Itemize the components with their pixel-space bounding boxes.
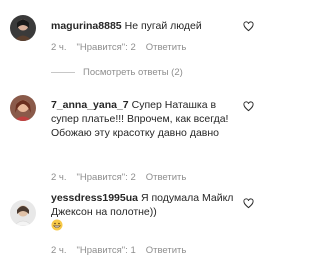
avatar-photo-icon bbox=[10, 15, 36, 41]
avatar[interactable] bbox=[10, 15, 36, 41]
replies-divider bbox=[51, 72, 75, 73]
grinning-face-emoji bbox=[51, 219, 63, 231]
comments-list: magurina8885 Не пугай людей 2 ч. "Нравится… bbox=[0, 0, 267, 273]
reply-button[interactable]: Ответить bbox=[146, 42, 187, 53]
comment-username[interactable]: yessdress1995ua bbox=[51, 192, 138, 204]
like-button[interactable] bbox=[243, 21, 254, 32]
view-replies-label: Посмотреть ответы (2) bbox=[83, 67, 183, 78]
like-button[interactable] bbox=[243, 198, 254, 209]
comment-likes[interactable]: "Нравится": 2 bbox=[77, 42, 136, 53]
heart-outline-icon bbox=[243, 198, 254, 209]
view-replies-button[interactable]: Посмотреть ответы (2) bbox=[51, 67, 183, 78]
heart-outline-icon bbox=[243, 101, 254, 112]
comment-time: 2 ч. bbox=[51, 245, 67, 256]
heart-outline-icon bbox=[243, 21, 254, 32]
comment-body: yessdress1995ua Я подумала Майкл Джексон … bbox=[51, 191, 237, 233]
comment-text: Не пугай людей bbox=[124, 20, 202, 32]
comment-meta: 2 ч. "Нравится": 2 Ответить bbox=[51, 42, 196, 53]
avatar-photo-icon bbox=[10, 95, 36, 121]
avatar-photo-icon bbox=[10, 200, 36, 226]
comment-likes[interactable]: "Нравится": 2 bbox=[77, 172, 136, 183]
comment-meta: 2 ч. "Нравится": 1 Ответить bbox=[51, 245, 196, 256]
comment-time: 2 ч. bbox=[51, 42, 67, 53]
comment-likes[interactable]: "Нравится": 1 bbox=[77, 245, 136, 256]
comment-username[interactable]: magurina8885 bbox=[51, 20, 122, 32]
comment-meta: 2 ч. "Нравится": 2 Ответить bbox=[51, 172, 196, 183]
like-button[interactable] bbox=[243, 101, 254, 112]
avatar[interactable] bbox=[10, 200, 36, 226]
comment-username[interactable]: 7_anna_yana_7 bbox=[51, 99, 129, 111]
avatar[interactable] bbox=[10, 95, 36, 121]
comment-body: 7_anna_yana_7 Супер Наташка в супер плать… bbox=[51, 98, 237, 140]
comment-body: magurina8885 Не пугай людей bbox=[51, 19, 237, 33]
comment-time: 2 ч. bbox=[51, 172, 67, 183]
reply-button[interactable]: Ответить bbox=[146, 245, 187, 256]
reply-button[interactable]: Ответить bbox=[146, 172, 187, 183]
